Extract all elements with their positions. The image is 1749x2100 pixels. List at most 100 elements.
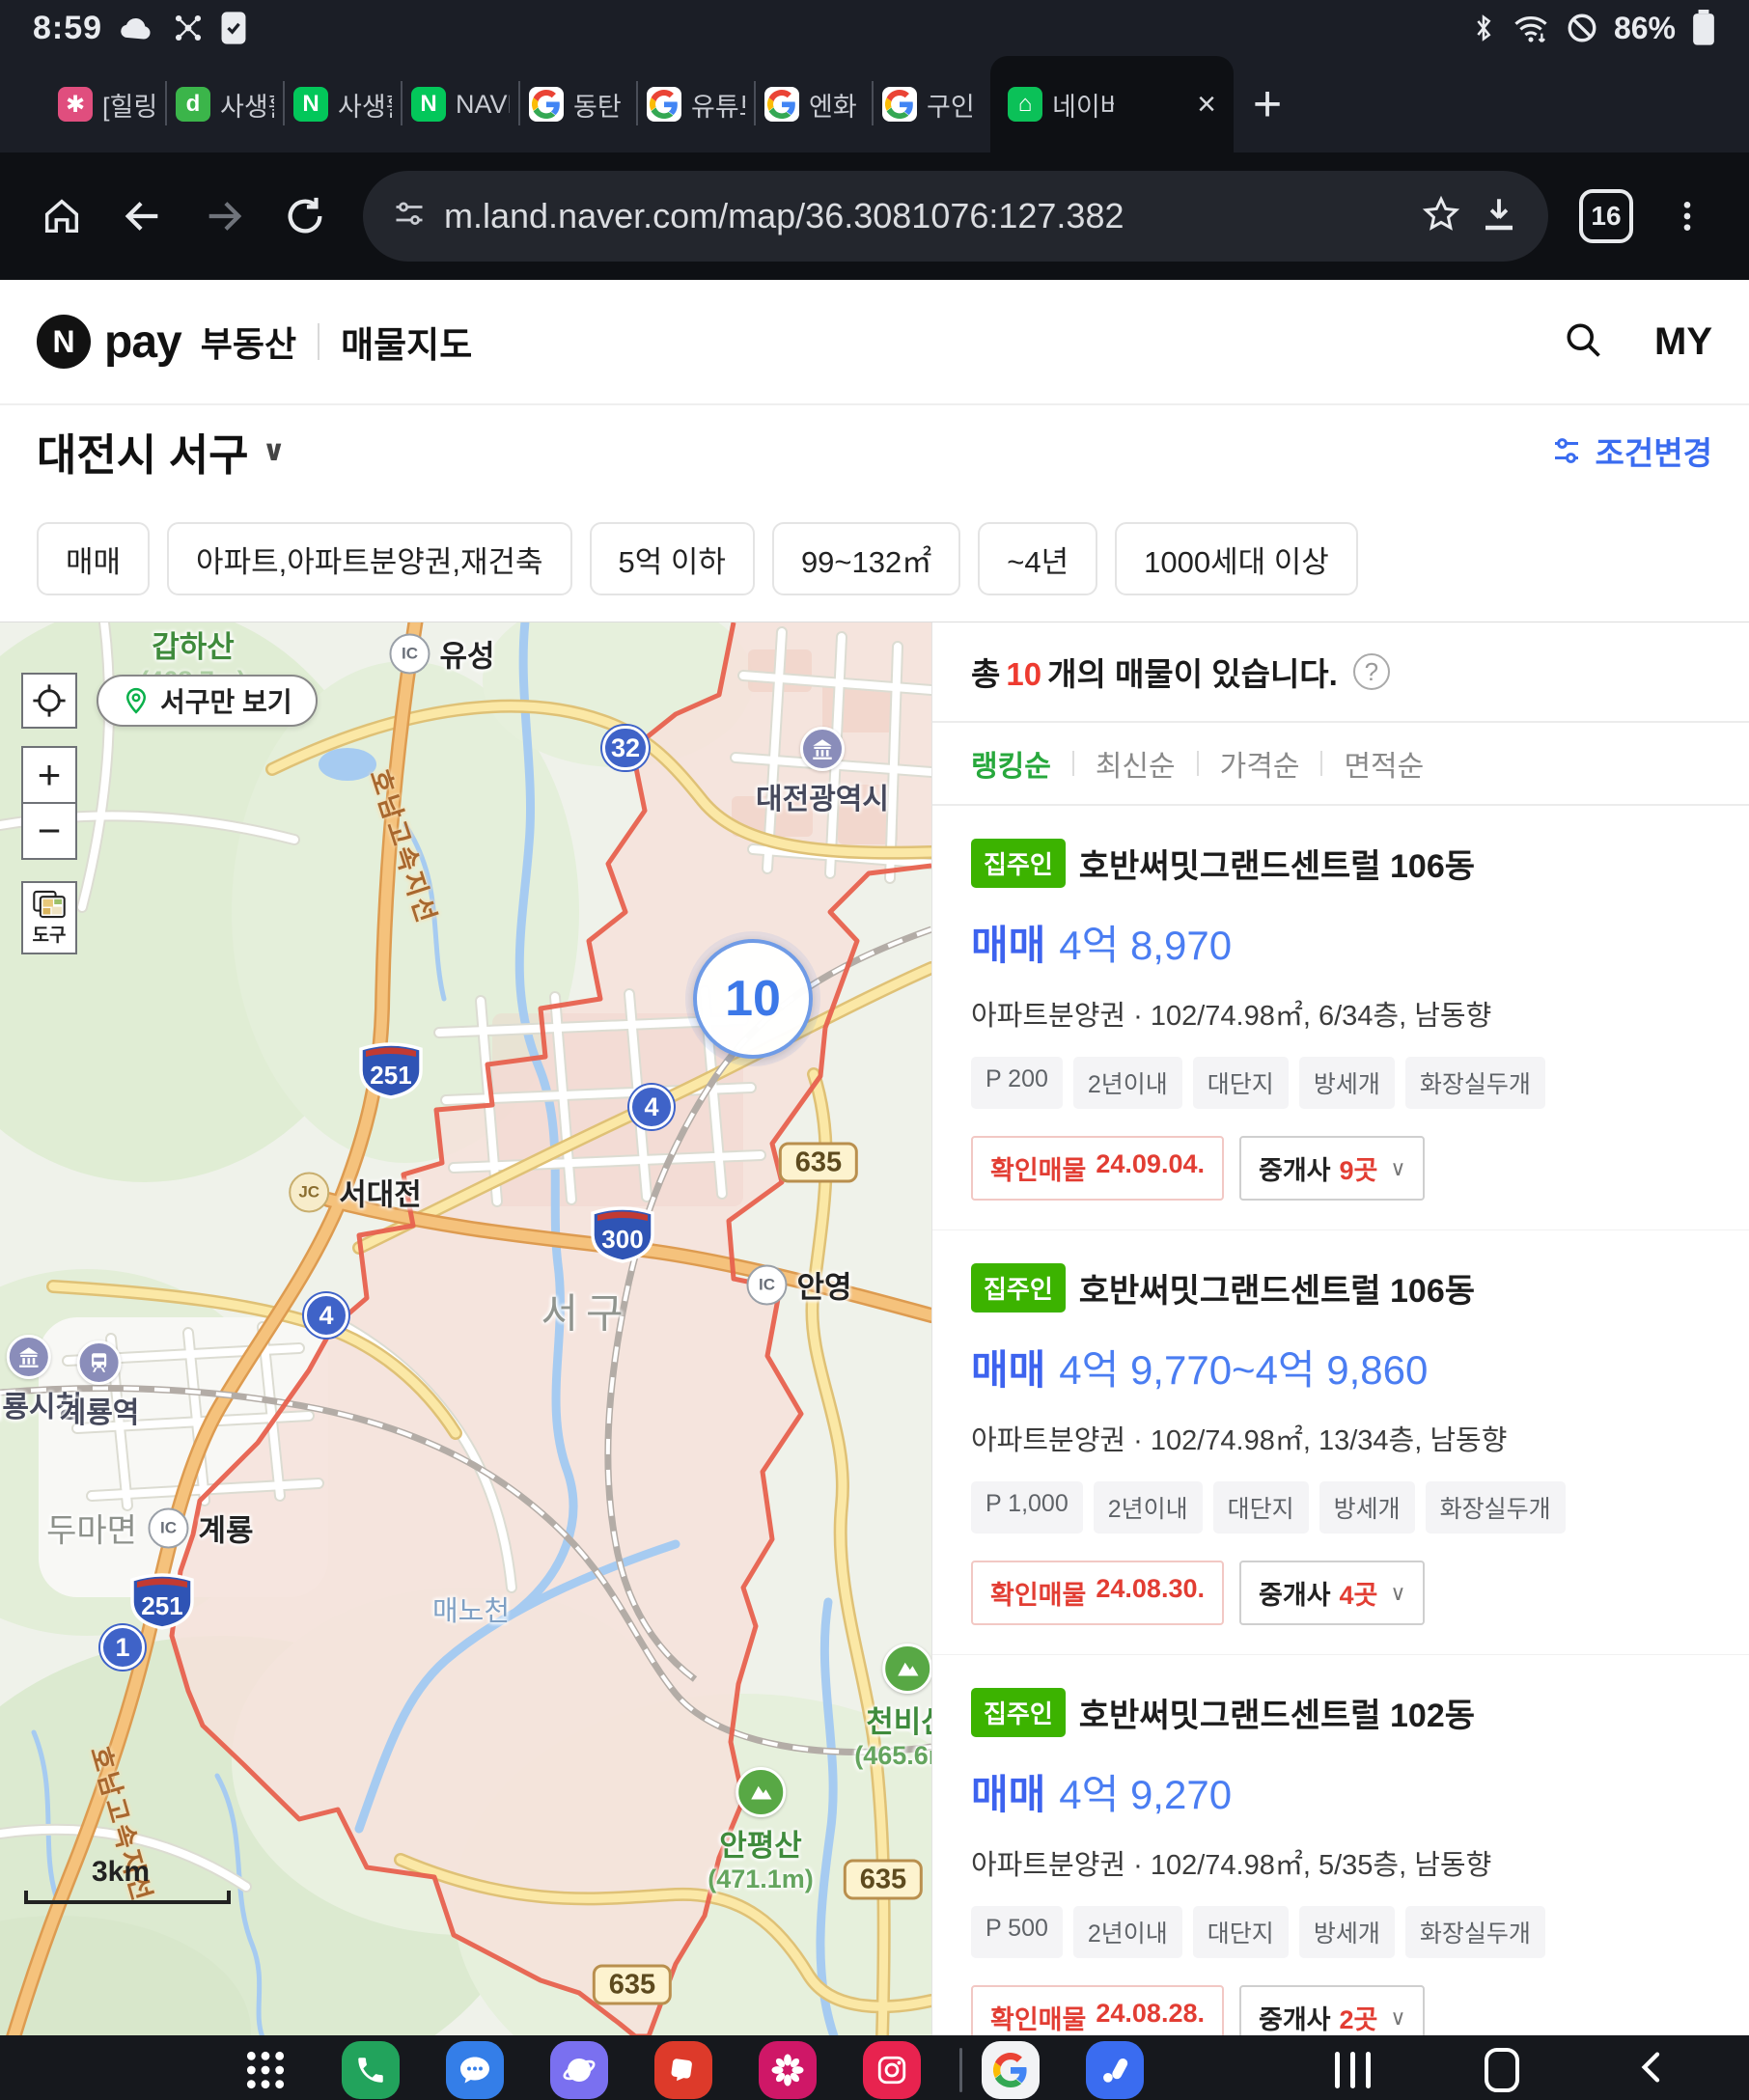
zoom-out-button[interactable]: − [23, 804, 75, 858]
interchange-label: IC유성 [389, 632, 494, 676]
my-menu-button[interactable]: MY [1654, 320, 1712, 364]
browser-tab[interactable]: ✱ [힐링 [48, 56, 166, 152]
home-nav-button[interactable] [1485, 2048, 1519, 2092]
result-count: 10 [1006, 656, 1041, 692]
sort-option[interactable]: 최신순 [1096, 742, 1176, 785]
agents-dropdown[interactable]: 중개사9곳∨ [1239, 1136, 1426, 1201]
reload-button[interactable] [268, 180, 342, 253]
region-selector-row: 대전시 서구 ∨ 조건변경 [0, 405, 1749, 496]
browser-tab[interactable]: 구인 [873, 56, 990, 152]
browser-tab[interactable]: 엔화 [755, 56, 873, 152]
browser-tab[interactable]: ⌂ 네이버 × [990, 56, 1234, 152]
google-app-icon[interactable] [982, 2041, 1040, 2099]
zoom-control: + − [21, 746, 77, 860]
agents-dropdown[interactable]: 중개사4곳∨ [1239, 1561, 1426, 1625]
listing-tag: 방세개 [1299, 1906, 1395, 1958]
browser-tab[interactable]: 동탄 [519, 56, 637, 152]
browser-tab[interactable]: d 사생활 [166, 56, 284, 152]
district-label: 서구 [541, 1282, 630, 1340]
instagram-app-icon[interactable] [863, 2041, 921, 2099]
browser-tab[interactable]: 유튜브 [637, 56, 755, 152]
filter-chip[interactable]: 1000세대 이상 [1115, 522, 1358, 595]
url-bar[interactable]: m.land.naver.com/map/36.3081076:127.382 [363, 171, 1548, 262]
page-title: 매물지도 [341, 316, 472, 368]
listing-description: 아파트분양권 · 102/74.98㎡, 13/34층, 남동향 [971, 1418, 1710, 1458]
map-tools-button[interactable]: 도구 [21, 881, 77, 954]
red-app-icon[interactable] [654, 2041, 712, 2099]
naver-land-header: N pay 부동산 매물지도 MY [0, 280, 1749, 403]
interchange-label: IC계룡 [148, 1506, 253, 1550]
agents-dropdown[interactable]: 중개사2곳∨ [1239, 1985, 1426, 2035]
chevron-down-icon[interactable]: ∨ [263, 434, 286, 468]
current-location-button[interactable] [21, 673, 77, 729]
url-text[interactable]: m.land.naver.com/map/36.3081076:127.382 [444, 196, 1403, 236]
tab-switcher-button[interactable]: 16 [1569, 180, 1643, 253]
search-icon[interactable] [1562, 318, 1604, 366]
flower-app-icon[interactable] [759, 2041, 817, 2099]
menu-kebab-button[interactable] [1651, 180, 1724, 253]
route-number-badge: 635 [844, 1865, 923, 1896]
listing-tags: P 1,0002년이내대단지방세개화장실두개 [971, 1481, 1710, 1534]
listing-price: 매매4억 8,970 [971, 913, 1710, 972]
filter-chips-row: 매매아파트,아파트분양권,재건축 5억 이하99~132㎡~4년1000세대 이상 [0, 496, 1749, 622]
recents-nav-button[interactable] [1335, 2052, 1371, 2088]
back-nav-button[interactable] [1633, 2046, 1672, 2093]
change-conditions-button[interactable]: 조건변경 [1549, 428, 1712, 474]
filter-chip[interactable]: ~4년 [978, 522, 1097, 595]
location-pin-icon [122, 686, 151, 715]
layers-icon [33, 890, 66, 919]
download-icon[interactable] [1479, 194, 1519, 239]
link-sharing-icon [172, 12, 205, 44]
filter-chip[interactable]: 매매 [37, 522, 150, 595]
divider [1072, 751, 1074, 776]
zoom-in-button[interactable]: + [23, 748, 75, 802]
listing-cluster-marker[interactable]: 10 [693, 939, 813, 1059]
status-bar: 8:59 86% [0, 0, 1749, 56]
listing-tag: 대단지 [1213, 1481, 1309, 1534]
listing-title: 호반써밋그랜드센트럴 102동 [1079, 1689, 1475, 1736]
home-button[interactable] [25, 180, 98, 253]
filter-chip[interactable]: 아파트,아파트분양권,재건축 [167, 522, 571, 595]
sort-option[interactable]: 랭킹순 [971, 742, 1051, 785]
sort-option[interactable]: 가격순 [1220, 742, 1300, 785]
listing-tag: 방세개 [1299, 1057, 1395, 1109]
bookmark-star-icon[interactable] [1421, 194, 1461, 239]
back-button[interactable] [106, 180, 180, 253]
divider [1197, 751, 1199, 776]
route-number-badge: 4 [304, 1293, 348, 1338]
tab-favicon [647, 87, 681, 122]
forward-button[interactable] [187, 180, 261, 253]
app-drawer-icon[interactable] [243, 2041, 288, 2099]
new-tab-button[interactable]: + [1234, 56, 1301, 152]
tab-favicon [882, 87, 917, 122]
blue-app-icon[interactable] [1086, 2041, 1144, 2099]
government-icon [800, 727, 845, 771]
tab-favicon [764, 87, 799, 122]
phone-app-icon[interactable] [342, 2041, 400, 2099]
listing-tag: 대단지 [1193, 1906, 1289, 1958]
district-only-toggle[interactable]: 서구만 보기 [97, 675, 318, 727]
messages-app-icon[interactable] [446, 2041, 504, 2099]
samsung-internet-app-icon[interactable] [550, 2041, 608, 2099]
listing-description: 아파트분양권 · 102/74.98㎡, 5/35층, 남동향 [971, 1842, 1710, 1883]
listing-tag: 2년이내 [1094, 1481, 1203, 1534]
map-canvas[interactable]: 갑하산(468.7m)IC유성32대전광역시호남고속지선1025144635JC… [0, 622, 931, 2035]
sort-option[interactable]: 면적순 [1344, 742, 1424, 785]
listing-card[interactable]: 집주인 호반써밋그랜드센트럴 106동 매매4억 8,970 아파트분양권 · … [932, 806, 1749, 1230]
help-icon[interactable]: ? [1353, 653, 1390, 690]
filter-chip[interactable]: 5억 이하 [590, 522, 755, 595]
site-settings-icon[interactable] [392, 197, 427, 236]
header-divider [318, 323, 319, 360]
tab-favicon: N [293, 87, 328, 122]
tab-close-icon[interactable]: × [1197, 86, 1216, 124]
naver-pay-logo[interactable]: N pay 부동산 [37, 315, 296, 369]
confirmed-date-badge: 확인매물24.08.30. [971, 1561, 1224, 1625]
listing-price: 매매4억 9,770~4억 9,860 [971, 1338, 1710, 1396]
listing-card[interactable]: 집주인 호반써밋그랜드센트럴 102동 매매4억 9,270 아파트분양권 · … [932, 1655, 1749, 2035]
region-selector[interactable]: 대전시 서구 [37, 420, 249, 483]
browser-tab[interactable]: N 사생활 [284, 56, 402, 152]
browser-tab[interactable]: N NAVER [402, 56, 519, 152]
filter-chip[interactable]: 99~132㎡ [772, 522, 960, 595]
interruption-blocked-icon [1566, 12, 1598, 44]
listing-card[interactable]: 집주인 호반써밋그랜드센트럴 106동 매매4억 9,770~4억 9,860 … [932, 1230, 1749, 1655]
